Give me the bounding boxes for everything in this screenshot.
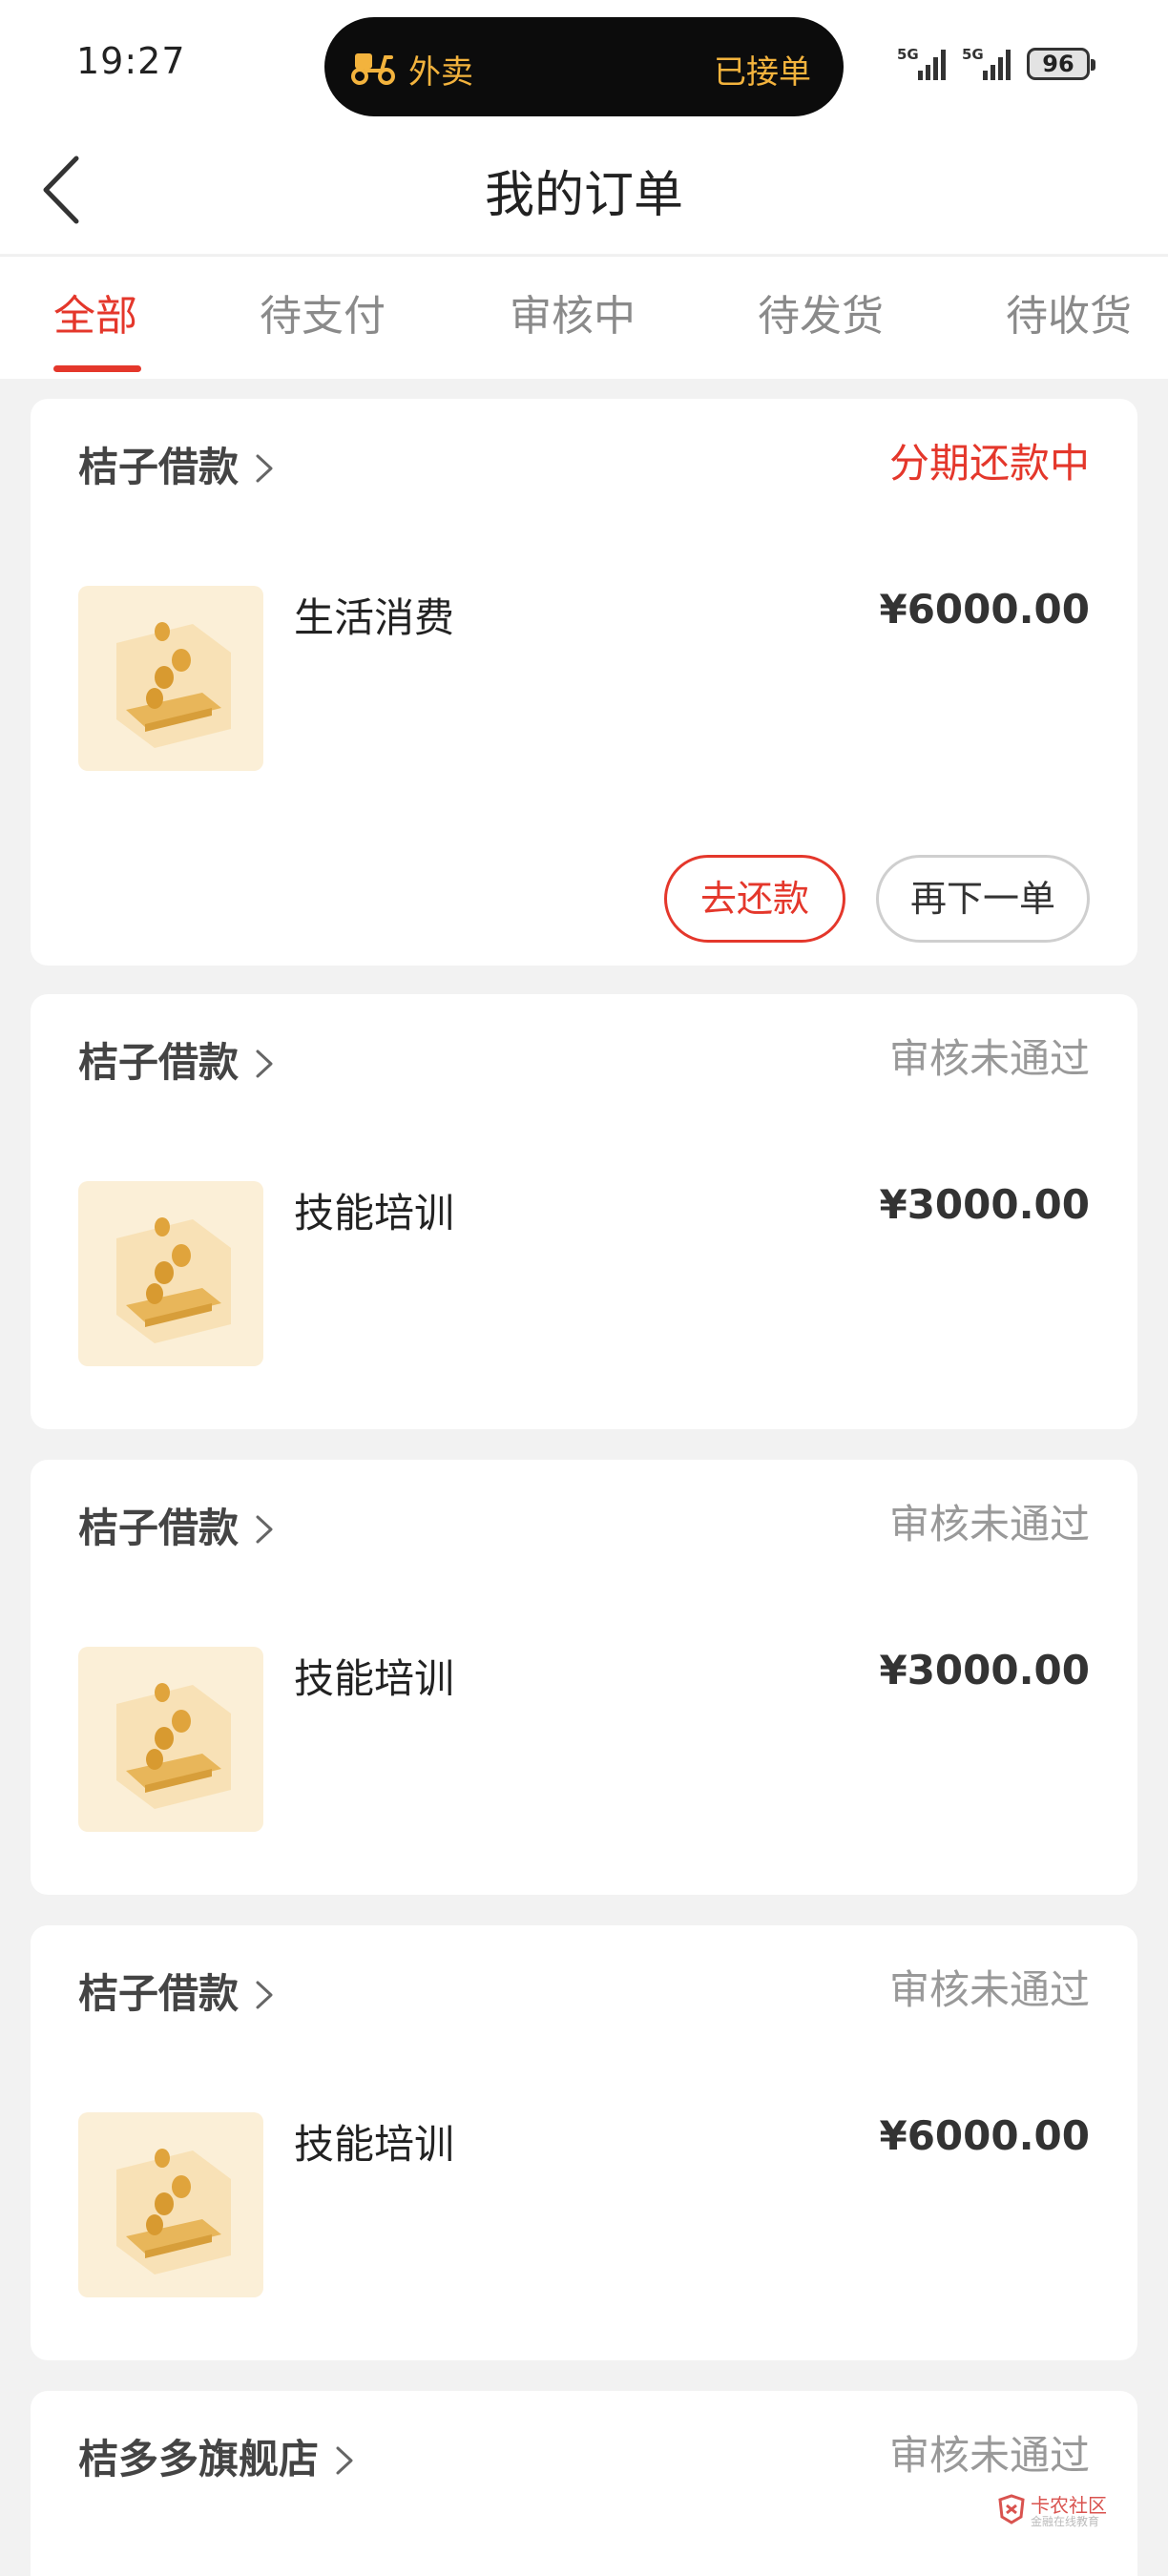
tab-all[interactable]: 全部 — [53, 281, 137, 343]
tab-pending-payment[interactable]: 待支付 — [260, 281, 386, 343]
merchant-name: 桔多多旗舰店 — [78, 2436, 320, 2483]
island-app-label: 外卖 — [408, 53, 473, 92]
dynamic-island[interactable]: 外卖 已接单 — [324, 17, 844, 116]
chevron-right-icon — [256, 1515, 273, 1544]
order-card[interactable]: 桔子借款 分期还款中 生活消费 ¥6000.00 去还款 再下一单 — [31, 399, 1137, 966]
order-status: 审核未通过 — [888, 1501, 1090, 1548]
page-title: 我的订单 — [484, 167, 683, 224]
merchant-name: 桔子借款 — [78, 444, 240, 490]
tab-pending-receipt[interactable]: 待收货 — [1006, 281, 1132, 343]
product-name: 生活消费 — [294, 594, 455, 641]
order-status: 分期还款中 — [888, 440, 1090, 487]
order-status: 审核未通过 — [888, 2432, 1090, 2479]
merchant-link[interactable]: 桔子借款 — [78, 1496, 277, 1554]
tab-under-review[interactable]: 审核中 — [510, 281, 636, 343]
repay-button[interactable]: 去还款 — [664, 855, 845, 943]
order-price: ¥3000.00 — [879, 1181, 1090, 1228]
reorder-button[interactable]: 再下一单 — [876, 855, 1090, 943]
merchant-link[interactable]: 桔子借款 — [78, 435, 277, 493]
merchant-link[interactable]: 桔多多旗舰店 — [78, 2427, 357, 2485]
battery-icon: 96 — [1027, 48, 1095, 80]
merchant-link[interactable]: 桔子借款 — [78, 1962, 277, 2020]
coin-box-icon — [78, 1181, 263, 1366]
order-status: 审核未通过 — [888, 1035, 1090, 1082]
product-thumbnail — [78, 1181, 263, 1366]
product-thumbnail — [78, 1647, 263, 1832]
order-tabs: 全部 待支付 审核中 待发货 待收货 — [0, 256, 1168, 379]
order-status: 审核未通过 — [888, 1966, 1090, 2013]
order-card[interactable]: 桔子借款 审核未通过 技能培训 ¥6000.00 — [31, 1925, 1137, 2360]
status-bar: 19:27 外卖 已接单 5G 5G 96 — [0, 0, 1168, 134]
merchant-name: 桔子借款 — [78, 1039, 240, 1086]
chevron-right-icon — [256, 454, 273, 483]
order-price: ¥3000.00 — [879, 1647, 1090, 1693]
product-name: 技能培训 — [294, 1655, 455, 1702]
merchant-name: 桔子借款 — [78, 1505, 240, 1551]
coin-box-icon — [78, 2112, 263, 2297]
svg-text:5G: 5G — [962, 46, 984, 63]
product-name: 技能培训 — [294, 1190, 455, 1236]
order-card[interactable]: 桔子借款 审核未通过 技能培训 ¥3000.00 — [31, 1460, 1137, 1895]
product-thumbnail — [78, 586, 263, 771]
chevron-right-icon — [336, 2446, 353, 2475]
order-card[interactable]: 桔多多旗舰店 审核未通过 — [31, 2391, 1137, 2576]
product-thumbnail — [78, 2112, 263, 2297]
watermark-logo-icon — [998, 2494, 1025, 2524]
order-price: ¥6000.00 — [879, 586, 1090, 633]
chevron-right-icon — [256, 1981, 273, 2009]
merchant-link[interactable]: 桔子借款 — [78, 1030, 277, 1089]
svg-text:5G: 5G — [897, 46, 919, 63]
watermark-subtitle: 金融在线教育 — [1031, 2515, 1100, 2528]
order-card[interactable]: 桔子借款 审核未通过 技能培训 ¥3000.00 — [31, 994, 1137, 1429]
merchant-name: 桔子借款 — [78, 1970, 240, 2017]
signal-5g-icon-2: 5G — [962, 46, 1011, 80]
island-status-label: 已接单 — [714, 53, 811, 92]
scooter-icon — [351, 53, 395, 85]
tab-pending-shipment[interactable]: 待发货 — [758, 281, 884, 343]
product-name: 技能培训 — [294, 2121, 455, 2168]
order-price: ¥6000.00 — [879, 2112, 1090, 2159]
status-time: 19:27 — [76, 40, 186, 82]
coin-box-icon — [78, 1647, 263, 1832]
active-tab-indicator — [53, 365, 141, 372]
nav-bar: 我的订单 — [0, 134, 1168, 254]
signal-5g-icon: 5G — [897, 46, 946, 80]
watermark: 卡农社区 金融在线教育 — [996, 2490, 1116, 2532]
chevron-right-icon — [256, 1049, 273, 1078]
coin-box-icon — [78, 586, 263, 771]
